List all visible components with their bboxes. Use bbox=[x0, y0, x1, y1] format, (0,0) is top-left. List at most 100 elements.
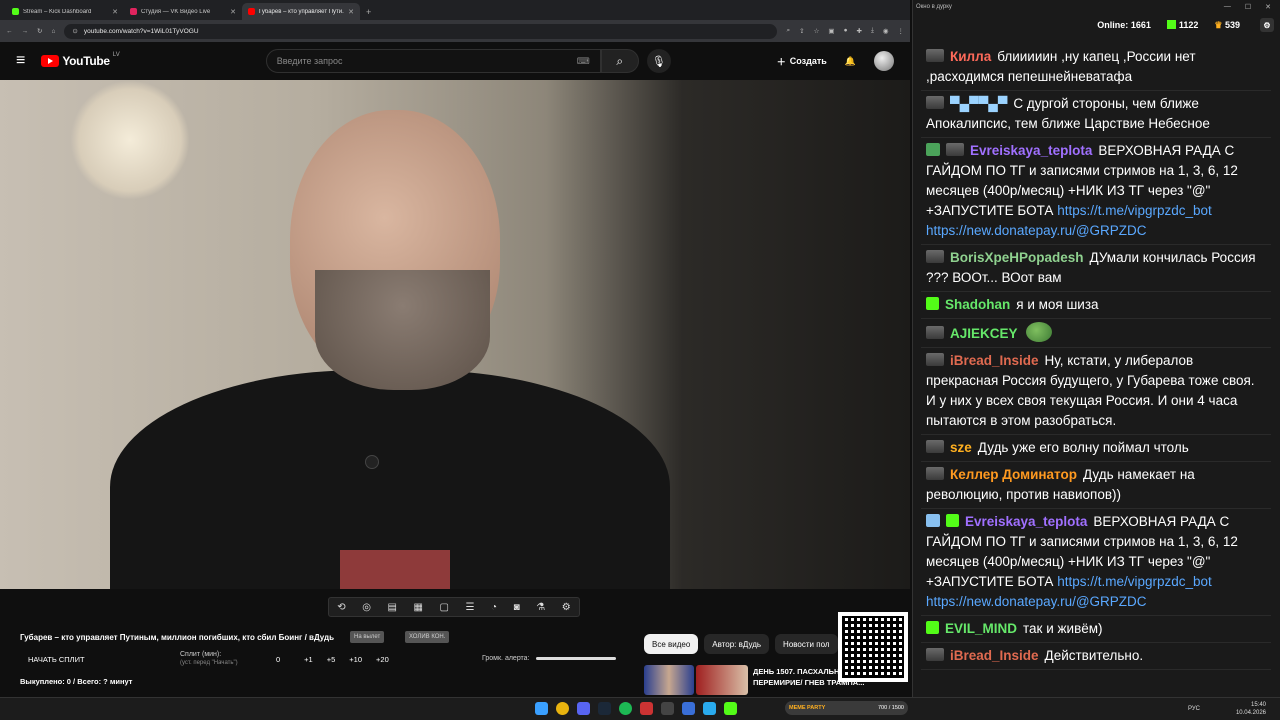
playlist-icon[interactable]: ☰ bbox=[465, 602, 474, 613]
chat-username[interactable]: ▀▄▀▀▄▀ bbox=[950, 96, 1007, 111]
chat-username[interactable]: Келлер Доминатор bbox=[950, 467, 1077, 482]
discord-icon[interactable] bbox=[577, 702, 590, 715]
close-tab-icon[interactable]: ✕ bbox=[230, 8, 236, 16]
chat-username[interactable]: EVIL_MIND bbox=[945, 621, 1017, 636]
app-icon[interactable] bbox=[661, 702, 674, 715]
tab-vk-studio[interactable]: Студия — VK Видео Live ✕ bbox=[124, 3, 242, 20]
rec-thumbnail[interactable] bbox=[644, 665, 694, 695]
user-badge-icon bbox=[926, 49, 944, 62]
clock-time: 15:40 bbox=[1250, 702, 1266, 708]
search-input[interactable]: Введите запрос ⌨ bbox=[265, 49, 601, 73]
audio-icon[interactable]: ◎ bbox=[362, 602, 371, 613]
profile-icon[interactable]: ◉ bbox=[883, 27, 889, 35]
app-icon[interactable] bbox=[682, 702, 695, 715]
language-indicator[interactable]: РУС bbox=[1188, 706, 1200, 712]
chip-news[interactable]: Новости пол bbox=[775, 634, 838, 654]
player-extension-toolbar: ⟲ ◎ ▤ ▦ ▢ ☰ ◔ ◙ ⚗ ⚙ bbox=[328, 597, 580, 617]
close-tab-icon[interactable]: ✕ bbox=[348, 8, 354, 16]
close-icon[interactable]: ✕ bbox=[1265, 3, 1271, 11]
chat-link[interactable]: https://new.donatepay.ru/@GRPZDC bbox=[926, 594, 1147, 609]
zoom-icon[interactable]: ⌕ bbox=[786, 27, 790, 35]
extension-icon[interactable]: ● bbox=[844, 27, 848, 35]
voice-search-button[interactable]: 🎙 bbox=[646, 49, 671, 73]
chrome-icon[interactable] bbox=[556, 702, 569, 715]
start-split-button[interactable]: НАЧАТЬ СПЛИТ bbox=[28, 655, 85, 664]
camera-icon[interactable]: ◙ bbox=[514, 602, 520, 613]
flask-icon[interactable]: ⚗ bbox=[536, 602, 545, 613]
online-value: 1661 bbox=[1130, 20, 1151, 30]
windows-start-icon[interactable] bbox=[535, 702, 548, 715]
chat-username[interactable]: Shadohan bbox=[945, 297, 1010, 312]
tag-pill[interactable]: ХОЛИВ КОН. bbox=[405, 631, 450, 643]
reload-icon[interactable]: ↻ bbox=[37, 27, 42, 35]
chat-message: Evreiskaya_teplota ВЕРХОВНАЯ РАДА С ГАЙДО… bbox=[921, 138, 1271, 245]
chat-username[interactable]: AJIEKCEY bbox=[950, 326, 1018, 341]
telegram-icon[interactable] bbox=[703, 702, 716, 715]
keyboard-icon[interactable]: ⌨ bbox=[577, 56, 590, 67]
tab-youtube-video[interactable]: Губарев – кто управляет Пути... ✕ bbox=[242, 3, 360, 20]
kick-icon[interactable] bbox=[724, 702, 737, 715]
rec-thumbnail[interactable] bbox=[696, 665, 748, 695]
share-icon[interactable]: ⇪ bbox=[799, 27, 804, 35]
avatar[interactable] bbox=[874, 51, 894, 71]
maximize-icon[interactable]: ☐ bbox=[1245, 3, 1251, 11]
tag-pill[interactable]: На вылет bbox=[350, 631, 385, 643]
split-value-button[interactable]: +5 bbox=[327, 655, 336, 664]
split-value-button[interactable]: 0 bbox=[276, 655, 280, 664]
site-info-icon[interactable]: ⊙ bbox=[72, 27, 77, 35]
youtube-logo[interactable]: YouTube LV bbox=[41, 52, 120, 68]
chip-author[interactable]: Автор: вДудь bbox=[704, 634, 770, 654]
loop-icon[interactable]: ⟲ bbox=[337, 602, 345, 613]
home-icon[interactable]: ⌂ bbox=[51, 28, 55, 35]
video-player[interactable] bbox=[0, 80, 910, 589]
forward-icon[interactable]: → bbox=[22, 28, 29, 35]
bookmark-star-icon[interactable]: ☆ bbox=[814, 27, 820, 35]
chat-link[interactable]: https://t.me/vipgrpzdc_bot bbox=[1057, 574, 1212, 589]
download-icon[interactable]: ⤓ bbox=[871, 27, 874, 35]
recommendation-chips: Все видео Автор: вДудь Новости пол bbox=[644, 634, 838, 654]
chat-username[interactable]: iBread_Inside bbox=[950, 648, 1039, 663]
vk-favicon bbox=[130, 8, 137, 15]
search-button[interactable]: ⌕ bbox=[600, 49, 639, 73]
pip-icon[interactable]: ▢ bbox=[439, 602, 448, 613]
close-tab-icon[interactable]: ✕ bbox=[112, 8, 118, 16]
user-badge-icon bbox=[926, 514, 940, 527]
chat-username[interactable]: iBread_Inside bbox=[950, 353, 1039, 368]
menu-dots-icon[interactable]: ⋮ bbox=[898, 27, 905, 35]
split-value-button[interactable]: +10 bbox=[349, 655, 362, 664]
notifications-bell-icon[interactable]: 🔔 bbox=[845, 56, 856, 67]
split-value-button[interactable]: +20 bbox=[376, 655, 389, 664]
split-value-button[interactable]: +1 bbox=[304, 655, 313, 664]
new-tab-button[interactable]: + bbox=[366, 7, 371, 17]
chat-text: Действительно. bbox=[1044, 648, 1144, 663]
taskbar: MEME PARTY 700 / 1500 РУС 15:40 10.04.2026 bbox=[0, 697, 1280, 720]
menu-hamburger-icon[interactable]: ≡ bbox=[16, 52, 25, 70]
speed-icon[interactable]: ◔ bbox=[491, 602, 497, 613]
tab-kick-dashboard[interactable]: Stream – Kick Dashboard ✕ bbox=[6, 3, 124, 20]
extension-icon[interactable]: ▣ bbox=[828, 27, 834, 35]
spotify-icon[interactable] bbox=[619, 702, 632, 715]
puzzle-icon[interactable]: ✚ bbox=[857, 27, 862, 35]
alert-volume-slider[interactable] bbox=[535, 657, 616, 660]
chat-username[interactable]: sze bbox=[950, 440, 972, 455]
minimize-icon[interactable]: — bbox=[1224, 3, 1231, 11]
steam-icon[interactable] bbox=[598, 702, 611, 715]
chat-username[interactable]: BorisXpeHPopadesh bbox=[950, 250, 1084, 265]
chat-username[interactable]: Килла bbox=[950, 49, 991, 64]
create-button[interactable]: ＋ Создать bbox=[777, 55, 827, 68]
address-field[interactable]: ⊙ youtube.com/watch?v=1WiL01TyVOGU bbox=[64, 23, 778, 39]
chat-username[interactable]: Evreiskaya_teplota bbox=[970, 143, 1092, 158]
chat-message: AJIEKCEY bbox=[921, 319, 1271, 348]
chip-all-videos[interactable]: Все видео bbox=[644, 634, 699, 654]
gear-icon[interactable]: ⚙ bbox=[1260, 18, 1274, 32]
chat-link[interactable]: https://new.donatepay.ru/@GRPZDC bbox=[926, 223, 1147, 238]
app-icon[interactable] bbox=[640, 702, 653, 715]
chat-username[interactable]: Evreiskaya_teplota bbox=[965, 514, 1087, 529]
screenshot-icon[interactable]: ▤ bbox=[387, 602, 396, 613]
gear-icon[interactable]: ⚙ bbox=[562, 602, 571, 613]
alert-volume-label: Громк. алерта: bbox=[482, 655, 530, 662]
filmstrip-icon[interactable]: ▦ bbox=[413, 602, 422, 613]
chat-link[interactable]: https://t.me/vipgrpzdc_bot bbox=[1057, 203, 1212, 218]
clock[interactable]: 15:40 10.04.2026 bbox=[1236, 701, 1266, 717]
back-icon[interactable]: ← bbox=[6, 28, 13, 35]
